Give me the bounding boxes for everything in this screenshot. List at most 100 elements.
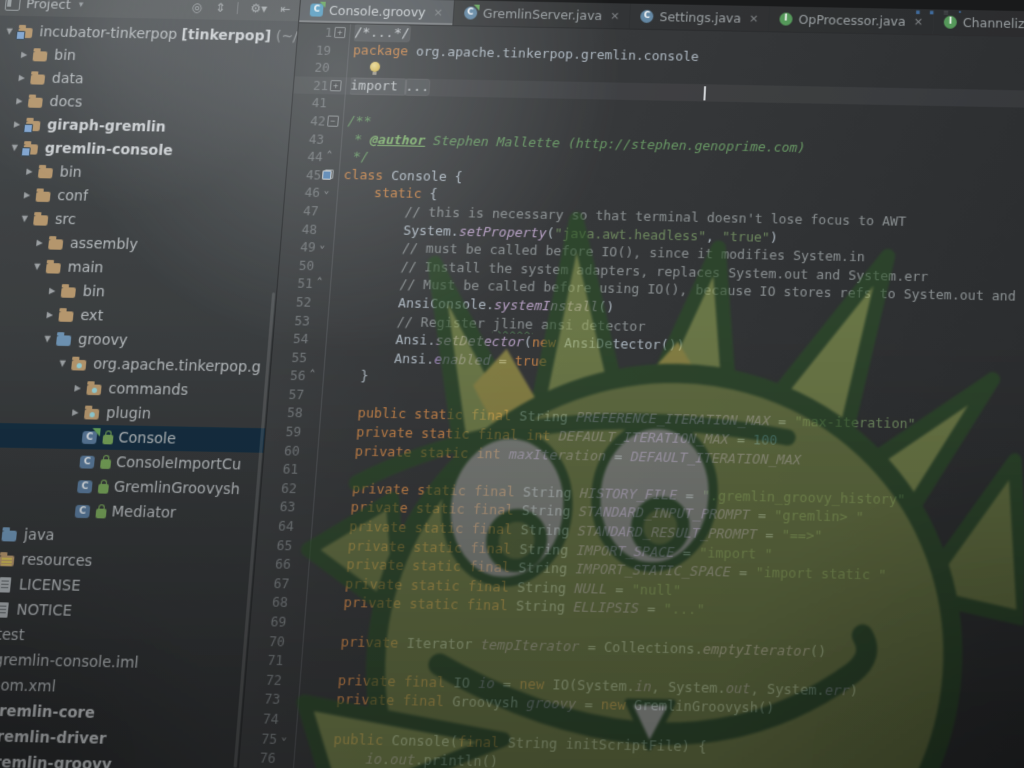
tree-item-label: gremlin-console.iml [0,651,139,672]
tree-collapsed-arrow-icon[interactable]: ▶ [70,383,85,393]
tree-collapsed-arrow-icon[interactable]: ▶ [42,310,57,320]
line-number[interactable]: 48 [282,219,318,238]
settings-dot-icon[interactable]: • [958,10,962,17]
tree-collapsed-arrow-icon[interactable]: ▶ [9,119,24,128]
line-number[interactable]: 68 [251,592,288,612]
line-number[interactable]: 49 [280,238,316,257]
tree-item-label: GremlinGroovysh [113,478,240,498]
tree-collapsed-arrow-icon[interactable]: ▶ [17,50,32,59]
lock-icon [98,483,109,493]
line-number[interactable]: 47 [283,201,319,220]
line-number[interactable]: 75 [240,728,278,748]
line-number[interactable]: 44 [288,147,324,166]
line-number[interactable]: 45 [286,165,322,184]
folder-icon [45,259,64,274]
tree-item-label: conf [57,187,89,204]
fold-minus-icon[interactable]: − [327,115,339,126]
folder-icon [34,188,53,203]
tree-expanded-arrow-icon[interactable]: ▼ [17,214,32,224]
chevron-down-icon[interactable]: ▾ [78,0,84,10]
line-number[interactable]: 53 [274,311,310,330]
line-number[interactable]: 61 [262,459,299,479]
line-number[interactable]: 41 [292,94,328,112]
close-icon[interactable]: × [610,9,620,22]
close-icon[interactable]: × [433,6,443,19]
tree-expanded-arrow-icon[interactable]: ▼ [55,358,70,368]
line-number[interactable]: 62 [261,478,298,498]
interface-icon: I [944,16,957,29]
line-number[interactable]: 70 [248,631,285,651]
tree-expanded-arrow-icon[interactable]: ▼ [40,334,55,344]
tree-item-label: java [23,526,55,544]
fold-plus-icon[interactable]: + [330,80,342,91]
line-number[interactable]: 66 [255,554,292,574]
module-icon [22,141,41,156]
line-number[interactable]: 65 [256,535,293,555]
tree-item-label: LICENSE [18,576,81,595]
line-number[interactable]: 21 [293,76,329,94]
line-number[interactable]: 63 [259,497,296,517]
line-number[interactable]: 64 [258,516,295,536]
line-number[interactable]: 59 [265,422,302,441]
tree-item-label: pom.xml [0,676,57,695]
tab-console-groovy[interactable]: CConsole.groovy× [299,0,455,25]
tree-collapsed-arrow-icon[interactable]: ▶ [22,167,37,176]
line-number[interactable]: 69 [250,612,287,632]
folder-icon [37,164,56,179]
line-number[interactable]: 20 [295,58,331,76]
line-number[interactable]: 74 [242,709,279,729]
tree-collapsed-arrow-icon[interactable]: ▶ [32,238,47,248]
tab-opprocessor-java[interactable]: IOpProcessor.java× [769,6,934,34]
line-number[interactable]: 73 [244,689,281,709]
tree-collapsed-arrow-icon[interactable]: ▶ [19,190,34,200]
tree-collapsed-arrow-icon[interactable]: ▶ [45,286,60,296]
tab-label: Console.groovy [329,3,427,20]
source-icon [55,332,74,347]
tree-collapsed-arrow-icon[interactable]: ▶ [68,407,83,417]
line-number[interactable]: 1 [298,23,333,41]
folder-icon [47,236,66,251]
close-icon[interactable]: × [749,12,759,25]
tab-settings-java[interactable]: CSettings.java× [630,4,770,32]
class-icon: C [463,6,477,19]
hide-panel-icon[interactable]: ⇤ [277,3,294,15]
line-number[interactable]: 54 [273,329,309,348]
line-number[interactable]: 67 [253,573,290,593]
line-number[interactable]: 42 [290,112,326,131]
collapse-all-icon[interactable]: ⇕ [212,2,229,14]
fold-end-icon[interactable]: ⌃ [324,151,334,160]
project-panel-header: Project ▾ ◎⇕⚙▾⇤ [0,0,300,21]
line-number[interactable]: 57 [268,385,305,404]
line-number[interactable]: 19 [296,41,332,59]
settings-gear-icon[interactable]: ⚙▾ [247,2,271,14]
close-icon[interactable]: × [913,15,923,28]
locate-icon[interactable]: ◎ [188,1,206,13]
tree-expanded-arrow-icon[interactable]: ▼ [2,27,17,36]
tree-collapsed-arrow-icon[interactable]: ▶ [12,96,27,105]
line-number[interactable]: 51 [277,274,313,293]
line-number[interactable]: 60 [264,441,301,460]
fold-plus-icon[interactable]: + [334,27,346,38]
line-number[interactable]: 55 [271,348,307,367]
line-number[interactable]: 56 [270,366,306,385]
line-number[interactable]: 43 [289,130,325,149]
vcs-widget-icon[interactable]: ▪ [929,9,934,16]
line-number[interactable]: 58 [267,403,304,422]
tool-window-icon [5,0,21,10]
line-number[interactable]: 76 [239,748,277,768]
tree-collapsed-arrow-icon[interactable]: ▶ [14,73,29,82]
run-widget-icon[interactable]: ▪ [915,9,920,16]
fold-gutter: + [328,77,347,95]
line-number[interactable]: 50 [279,256,315,275]
tree-expanded-arrow-icon[interactable]: ▼ [7,143,22,152]
photographed-screen: Project ▾ ◎⇕⚙▾⇤ ▼incubator-tinkerpop [ti… [0,0,1024,768]
tree-item-label: Console [118,429,177,447]
line-number[interactable]: 71 [247,650,284,670]
line-number[interactable]: 46 [285,183,321,202]
intention-bulb-icon[interactable] [369,62,381,75]
tab-gremlinserver-java[interactable]: CGremlinServer.java× [453,0,631,28]
line-number[interactable]: 72 [245,670,282,690]
line-number[interactable]: 52 [276,292,312,311]
tree-expanded-arrow-icon[interactable]: ▼ [30,262,45,272]
fold-open-icon[interactable]: ⌄ [322,187,332,196]
